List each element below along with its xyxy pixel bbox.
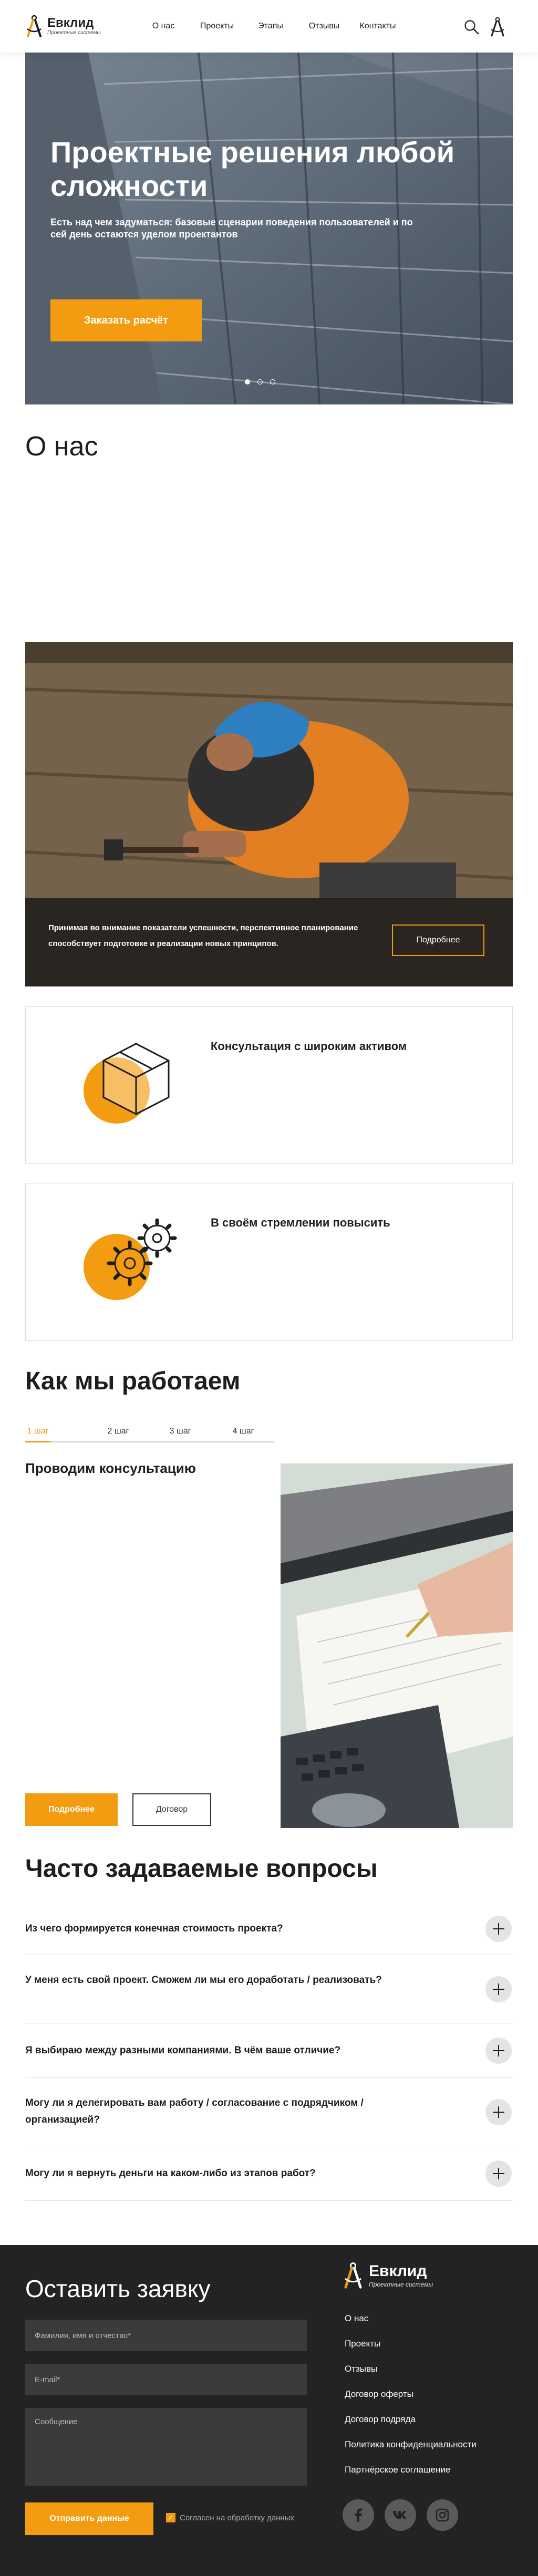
facebook-icon[interactable] [343,2499,374,2531]
tab-step-1[interactable]: 1 шаг [25,1427,50,1436]
email-field[interactable] [25,2364,307,2395]
hero-title: Проектные решения любой сложности [50,136,455,202]
request-form-title: Оставить заявку [25,2275,211,2302]
logo-tagline: Проектные системы [47,30,101,36]
footer-logo-tagline: Проектные системы [369,2280,433,2288]
faq-item[interactable]: Могу ли я делегировать вам работу / согл… [25,2078,513,2146]
faq-item[interactable]: Из чего формируется конечная стоимость п… [25,1903,513,1955]
worker-banner: Принимая во внимание показатели успешнос… [25,642,513,986]
tab-step-4[interactable]: 4 шаг [212,1427,274,1436]
footer-link-reviews[interactable]: Отзывы [345,2364,534,2389]
footer-link-about[interactable]: О нас [345,2313,534,2339]
compass-logo-icon [344,2262,362,2289]
checkbox-checked-icon[interactable]: ✓ [166,2513,175,2522]
how-we-work-title: Как мы работаем [25,1367,241,1395]
banner-text: Принимая во внимание показатели успешнос… [48,923,358,948]
name-field[interactable] [25,2320,307,2351]
desk-photo [281,1463,513,1828]
instagram-icon[interactable] [427,2499,458,2531]
nav-item-contacts[interactable]: Контакты [351,22,405,31]
gears-illustration [84,1215,178,1310]
plus-icon[interactable] [485,2038,512,2064]
faq-question: Могу ли я вернуть деньги на каком-либо и… [25,2168,316,2179]
slider-dots [245,379,275,385]
nav-item-stages[interactable]: Этапы [244,22,297,31]
site-footer: Оставить заявку Отправить данные ✓ Согла… [0,2245,538,2576]
plus-icon[interactable] [485,1916,512,1942]
vk-icon[interactable] [385,2499,416,2531]
slider-dot[interactable] [270,379,275,385]
active-tab-indicator [25,1441,50,1442]
footer-link-projects[interactable]: Проекты [345,2339,534,2364]
hero-slider: Проектные решения любой сложности Есть н… [25,53,513,404]
hero-subtitle: Есть над чем задуматься: базовые сценари… [50,217,413,240]
gears-icon [107,1218,177,1286]
card-title: Консультация с широким активом [211,1040,407,1053]
box-illustration [84,1038,178,1133]
slider-dot[interactable] [245,379,250,385]
faq-question: Я выбираю между разными компаниями. В чё… [25,2045,341,2056]
faq-title: Часто задаваемые вопросы [25,1855,378,1883]
faq-item[interactable]: Могу ли я вернуть деньги на каком-либо и… [25,2146,513,2201]
footer-link-privacy[interactable]: Политика конфиденциальности [345,2439,534,2465]
site-header: Евклид Проектные системы О нас Проекты Э… [0,0,538,53]
footer-link-contract[interactable]: Договор подряда [345,2414,534,2439]
tab-step-2[interactable]: 2 шаг [87,1427,149,1436]
compass-menu-icon[interactable] [490,16,505,37]
about-title: О нас [25,431,98,462]
step-tabs: 1 шаг 2 шаг 3 шаг 4 шаг [25,1421,274,1442]
order-estimate-button[interactable]: Заказать расчёт [50,299,202,341]
page: Евклид Проектные системы О нас Проекты Э… [0,0,538,2576]
main-nav: О нас Проекты Этапы Отзывы Контакты [137,0,405,53]
banner-more-button[interactable]: Подробнее [392,925,484,956]
message-field[interactable] [25,2408,307,2486]
logo-title: Евклид [47,16,94,30]
social-links [343,2499,458,2531]
faq-question: Из чего формируется конечная стоимость п… [25,1923,283,1934]
footer-link-partner[interactable]: Партнёрское соглашение [345,2465,534,2490]
consent-label: Согласен на обработку данных [180,2513,294,2522]
nav-item-about[interactable]: О нас [137,22,190,31]
feature-card: Консультация с широким активом [25,1006,513,1164]
step-more-button[interactable]: Подробнее [25,1793,118,1826]
footer-nav: О нас Проекты Отзывы Договор оферты Дого… [345,2313,534,2490]
footer-logo-title: Евклид [369,2262,427,2280]
card-title: В своём стремлении повысить [211,1216,390,1229]
search-icon[interactable] [463,19,479,35]
tab-step-3[interactable]: 3 шаг [149,1427,211,1436]
box-icon [102,1043,170,1115]
nav-item-reviews[interactable]: Отзывы [297,22,351,31]
faq-item[interactable]: У меня есть свой проект. Сможем ли мы ег… [25,1955,513,2023]
plus-icon[interactable] [485,2099,512,2125]
submit-button[interactable]: Отправить данные [25,2502,153,2535]
plus-icon[interactable] [485,1976,512,2002]
contract-button[interactable]: Договор [132,1793,211,1826]
consent-checkbox-row[interactable]: ✓ Согласен на обработку данных [166,2513,294,2522]
footer-logo[interactable]: Евклид Проектные системы [343,2261,433,2290]
logo[interactable]: Евклид Проектные системы [25,9,130,43]
faq-item[interactable]: Я выбираю между разными компаниями. В чё… [25,2023,513,2078]
faq-question: Могу ли я делегировать вам работу / согл… [25,2097,364,2125]
plus-icon[interactable] [485,2160,512,2187]
faq-question: У меня есть свой проект. Сможем ли мы ег… [25,1975,382,1986]
step-title: Проводим консультацию [25,1460,196,1476]
slider-dot[interactable] [257,379,263,385]
footer-link-offer[interactable]: Договор оферты [345,2389,534,2414]
compass-logo-icon [27,15,42,37]
feature-card: В своём стремлении повысить [25,1183,513,1341]
nav-item-projects[interactable]: Проекты [190,22,244,31]
